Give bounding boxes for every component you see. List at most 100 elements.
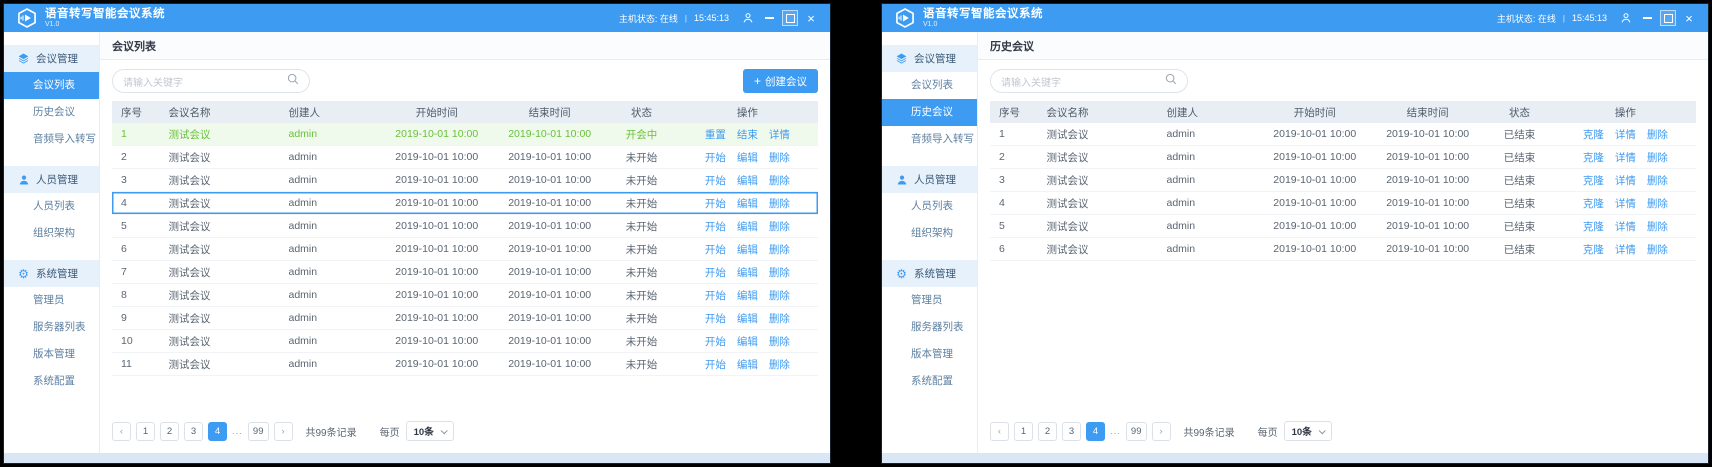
action-link[interactable]: 开始	[705, 288, 726, 303]
sidebar-item[interactable]: 音频导入转写	[4, 126, 99, 153]
page-button[interactable]: 99	[1126, 422, 1147, 441]
sidebar-item[interactable]: 会议列表	[882, 72, 977, 99]
action-link[interactable]: 编辑	[737, 173, 758, 188]
action-link[interactable]: 开始	[705, 242, 726, 257]
action-link[interactable]: 编辑	[737, 242, 758, 257]
action-link[interactable]: 编辑	[737, 196, 758, 211]
page-button[interactable]: 2	[1038, 422, 1057, 441]
table-row[interactable]: 1 测试会议 admin 2019-10-01 10:00 2019-10-01…	[990, 123, 1696, 146]
table-row[interactable]: 4 测试会议 admin 2019-10-01 10:00 2019-10-01…	[112, 192, 818, 215]
action-link[interactable]: 编辑	[737, 265, 758, 280]
action-link[interactable]: 克隆	[1583, 150, 1604, 165]
search-input[interactable]: 请输入关键字	[990, 69, 1188, 93]
action-link[interactable]: 编辑	[737, 311, 758, 326]
page-next-button[interactable]: ›	[1152, 422, 1171, 441]
table-row[interactable]: 9 测试会议 admin 2019-10-01 10:00 2019-10-01…	[112, 307, 818, 330]
action-link[interactable]: 克隆	[1583, 173, 1604, 188]
action-link[interactable]: 删除	[1647, 173, 1668, 188]
table-row[interactable]: 4 测试会议 admin 2019-10-01 10:00 2019-10-01…	[990, 192, 1696, 215]
action-link[interactable]: 编辑	[737, 334, 758, 349]
page-button[interactable]: 4	[208, 422, 227, 441]
action-link[interactable]: 详情	[1615, 127, 1636, 142]
table-row[interactable]: 5 测试会议 admin 2019-10-01 10:00 2019-10-01…	[112, 215, 818, 238]
action-link[interactable]: 开始	[705, 173, 726, 188]
action-link[interactable]: 开始	[705, 219, 726, 234]
action-link[interactable]: 删除	[769, 311, 790, 326]
sidebar-item[interactable]: 历史会议	[4, 99, 99, 126]
action-link[interactable]: 详情	[1615, 173, 1636, 188]
sidebar-item[interactable]: 管理员	[882, 287, 977, 314]
sidebar-item[interactable]: 系统配置	[4, 368, 99, 395]
action-link[interactable]: 克隆	[1583, 242, 1604, 257]
action-link[interactable]: 删除	[769, 196, 790, 211]
action-link[interactable]: 删除	[1647, 219, 1668, 234]
sidebar-item[interactable]: 版本管理	[4, 341, 99, 368]
maximize-button[interactable]	[1661, 11, 1675, 25]
action-link[interactable]: 删除	[769, 288, 790, 303]
sidebar-item[interactable]: 管理员	[4, 287, 99, 314]
action-link[interactable]: 开始	[705, 311, 726, 326]
action-link[interactable]: 删除	[769, 265, 790, 280]
action-link[interactable]: 编辑	[737, 219, 758, 234]
action-link[interactable]: 编辑	[737, 288, 758, 303]
action-link[interactable]: 开始	[705, 357, 726, 372]
close-button[interactable]: ×	[804, 11, 818, 25]
action-link[interactable]: 删除	[1647, 242, 1668, 257]
table-row[interactable]: 6 测试会议 admin 2019-10-01 10:00 2019-10-01…	[990, 238, 1696, 261]
sidebar-item[interactable]: 音频导入转写	[882, 126, 977, 153]
table-row[interactable]: 10 测试会议 admin 2019-10-01 10:00 2019-10-0…	[112, 330, 818, 353]
user-icon[interactable]	[741, 11, 755, 25]
table-row[interactable]: 2 测试会议 admin 2019-10-01 10:00 2019-10-01…	[990, 146, 1696, 169]
action-link[interactable]: 删除	[769, 173, 790, 188]
per-page-select[interactable]: 10条	[1284, 421, 1332, 441]
action-link[interactable]: 详情	[1615, 150, 1636, 165]
page-button[interactable]: 99	[248, 422, 269, 441]
sidebar-item[interactable]: 历史会议	[882, 99, 977, 126]
page-next-button[interactable]: ›	[274, 422, 293, 441]
action-link[interactable]: 开始	[705, 150, 726, 165]
table-row[interactable]: 3 测试会议 admin 2019-10-01 10:00 2019-10-01…	[112, 169, 818, 192]
sidebar-item[interactable]: 服务器列表	[4, 314, 99, 341]
action-link[interactable]: 开始	[705, 334, 726, 349]
page-button[interactable]: 3	[184, 422, 203, 441]
per-page-select[interactable]: 10条	[406, 421, 454, 441]
sidebar-item[interactable]: 人员列表	[882, 193, 977, 220]
sidebar-item[interactable]: 组织架构	[4, 220, 99, 247]
table-row[interactable]: 3 测试会议 admin 2019-10-01 10:00 2019-10-01…	[990, 169, 1696, 192]
action-link[interactable]: 详情	[1615, 219, 1636, 234]
action-link[interactable]: 删除	[769, 357, 790, 372]
maximize-button[interactable]	[783, 11, 797, 25]
sidebar-item[interactable]: 服务器列表	[882, 314, 977, 341]
action-link[interactable]: 重置	[705, 127, 726, 142]
page-button[interactable]: 1	[136, 422, 155, 441]
action-link[interactable]: 编辑	[737, 357, 758, 372]
action-link[interactable]: 删除	[769, 334, 790, 349]
table-row[interactable]: 7 测试会议 admin 2019-10-01 10:00 2019-10-01…	[112, 261, 818, 284]
action-link[interactable]: 删除	[1647, 150, 1668, 165]
action-link[interactable]: 详情	[769, 127, 790, 142]
sidebar-group-header[interactable]: 会议管理	[4, 45, 99, 72]
page-button[interactable]: 4	[1086, 422, 1105, 441]
sidebar-item[interactable]: 组织架构	[882, 220, 977, 247]
action-link[interactable]: 克隆	[1583, 127, 1604, 142]
table-row[interactable]: 2 测试会议 admin 2019-10-01 10:00 2019-10-01…	[112, 146, 818, 169]
page-button[interactable]: 3	[1062, 422, 1081, 441]
sidebar-item[interactable]: 版本管理	[882, 341, 977, 368]
action-link[interactable]: 详情	[1615, 242, 1636, 257]
table-row[interactable]: 5 测试会议 admin 2019-10-01 10:00 2019-10-01…	[990, 215, 1696, 238]
action-link[interactable]: 删除	[1647, 127, 1668, 142]
close-button[interactable]: ×	[1682, 11, 1696, 25]
page-prev-button[interactable]: ‹	[990, 422, 1009, 441]
minimize-button[interactable]	[762, 11, 776, 25]
action-link[interactable]: 克隆	[1583, 196, 1604, 211]
page-button[interactable]: 2	[160, 422, 179, 441]
table-row[interactable]: 1 测试会议 admin 2019-10-01 10:00 2019-10-01…	[112, 123, 818, 146]
action-link[interactable]: 删除	[769, 219, 790, 234]
sidebar-item[interactable]: 系统配置	[882, 368, 977, 395]
page-prev-button[interactable]: ‹	[112, 422, 131, 441]
minimize-button[interactable]	[1640, 11, 1654, 25]
action-link[interactable]: 克隆	[1583, 219, 1604, 234]
table-row[interactable]: 8 测试会议 admin 2019-10-01 10:00 2019-10-01…	[112, 284, 818, 307]
sidebar-group-header[interactable]: 人员管理	[882, 166, 977, 193]
action-link[interactable]: 编辑	[737, 150, 758, 165]
